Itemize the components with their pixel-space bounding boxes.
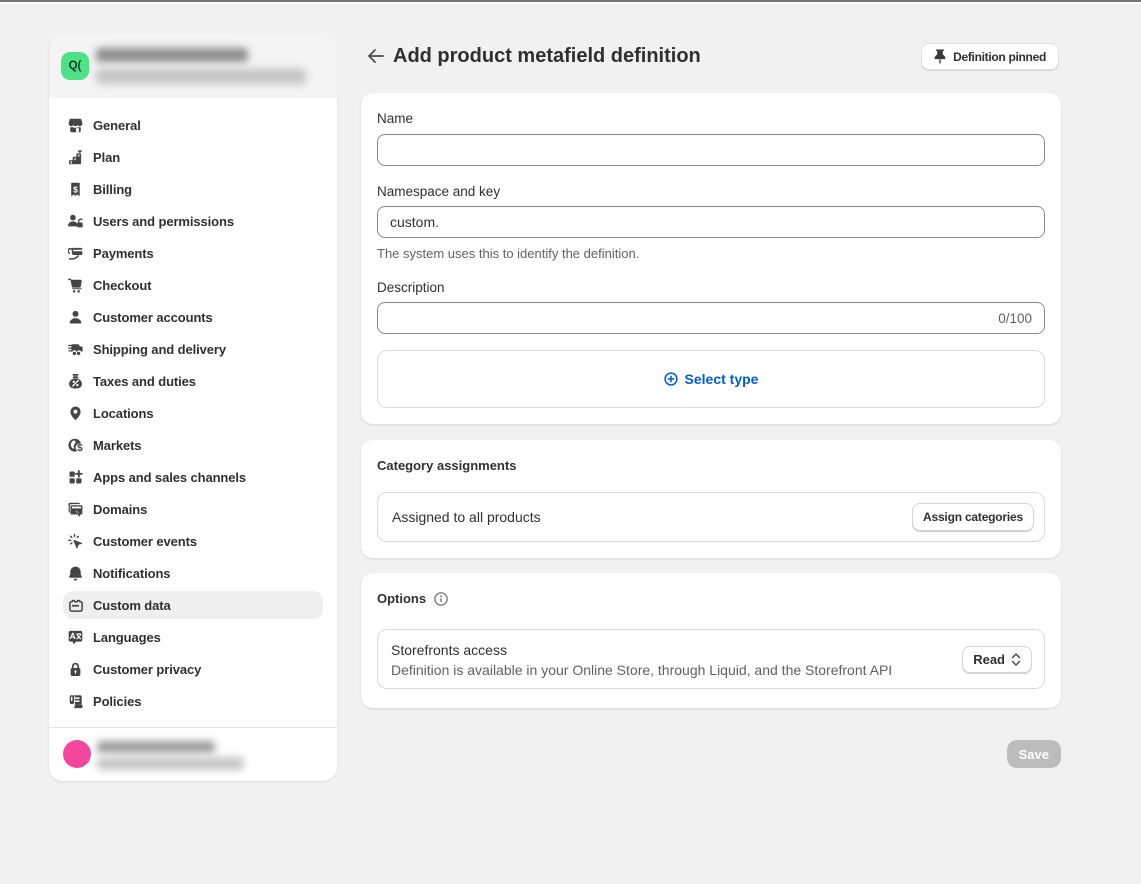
svg-text:$: $ <box>77 443 83 453</box>
svg-text:$: $ <box>73 184 78 194</box>
